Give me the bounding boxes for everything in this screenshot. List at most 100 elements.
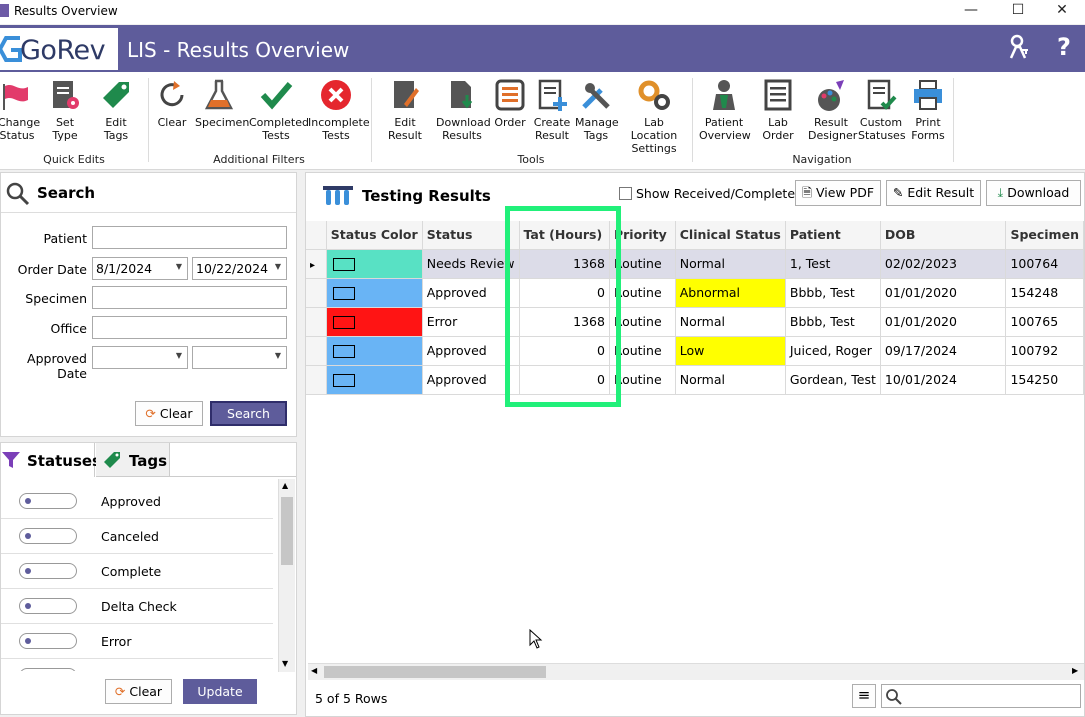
incomplete-tests-button[interactable]: Incomplete Tests <box>308 78 370 142</box>
dob-cell[interactable]: 09/17/2024 <box>880 336 1007 366</box>
status-cell[interactable]: Error <box>422 307 520 337</box>
clinical-status-cell[interactable]: Abnormal <box>675 278 786 308</box>
edit-result-button[interactable]: ✎ Edit Result <box>886 180 981 206</box>
tat-cell[interactable]: 1368 <box>519 249 610 279</box>
help-button[interactable]: ? <box>1057 33 1071 61</box>
edit-tags-button[interactable]: Edit Tags <box>92 78 140 142</box>
maximize-button[interactable]: ☐ <box>995 0 1041 22</box>
specimen-input[interactable] <box>92 286 287 309</box>
column-header[interactable]: Tat (Hours) <box>519 221 610 250</box>
status-cell[interactable]: Approved <box>422 278 520 308</box>
approved-date-to-picker[interactable]: ▼ <box>192 346 287 369</box>
column-header[interactable]: Priority <box>609 221 676 250</box>
table-row[interactable]: Approved 0 Routine Low Juiced, Roger 09/17/20… <box>306 336 1084 366</box>
tat-cell[interactable]: 0 <box>519 336 610 366</box>
lab-location-settings-button[interactable]: Lab Location Settings <box>621 78 687 155</box>
column-menu-button[interactable]: ≡ <box>852 684 876 708</box>
column-header[interactable]: Specimen <box>1005 221 1084 250</box>
patient-cell[interactable]: Gordean, Test <box>785 365 881 395</box>
completed-tests-button[interactable]: Completed Tests <box>249 78 309 142</box>
column-header[interactable]: DOB <box>880 221 1007 250</box>
status-filter-row[interactable] <box>1 659 273 671</box>
status-cell[interactable]: Needs Review <box>422 249 520 279</box>
status-filter-row[interactable]: Error <box>1 624 273 659</box>
priority-cell[interactable]: Routine <box>609 365 676 395</box>
create-result-button[interactable]: Create Result <box>531 78 573 142</box>
status-list-scrollbar[interactable]: ▲ ▼ <box>278 479 295 672</box>
approved-date-from-picker[interactable]: ▼ <box>92 346 188 369</box>
column-header[interactable]: Patient <box>785 221 881 250</box>
status-color-cell[interactable] <box>326 336 423 366</box>
order-date-from-picker[interactable]: 8/1/2024 ▼ <box>92 257 188 280</box>
status-color-cell[interactable] <box>326 307 423 337</box>
tat-cell[interactable]: 0 <box>519 278 610 308</box>
close-button[interactable]: ✕ <box>1039 0 1085 22</box>
status-cell[interactable]: Approved <box>422 365 520 395</box>
scroll-up-icon[interactable]: ▲ <box>282 481 288 490</box>
scroll-down-icon[interactable]: ▼ <box>282 659 288 668</box>
print-forms-button[interactable]: Print Forms <box>908 78 948 142</box>
status-color-cell[interactable] <box>326 278 423 308</box>
search-clear-button[interactable]: ⟳ Clear <box>135 401 203 426</box>
custom-statuses-button[interactable]: Custom Statuses <box>858 78 906 142</box>
manage-tags-button[interactable]: Manage Tags <box>575 78 619 142</box>
scroll-left-icon[interactable]: ◀ <box>311 666 317 675</box>
status-toggle[interactable] <box>19 598 77 614</box>
status-cell[interactable]: Approved <box>422 336 520 366</box>
tat-cell[interactable]: 0 <box>519 365 610 395</box>
row-indicator[interactable]: ▸ <box>306 249 327 279</box>
show-received-checkbox[interactable] <box>619 187 632 200</box>
specimen-cell[interactable]: 154248 <box>1005 278 1084 308</box>
download-button[interactable]: ⤓ Download <box>986 180 1081 206</box>
minimize-button[interactable]: — <box>948 0 994 22</box>
scroll-right-icon[interactable]: ▶ <box>1072 666 1078 675</box>
status-toggle[interactable] <box>19 668 77 671</box>
lab-order-button[interactable]: Lab Order <box>752 78 804 142</box>
tat-cell[interactable]: 1368 <box>519 307 610 337</box>
specimen-cell[interactable]: 154250 <box>1005 365 1084 395</box>
priority-cell[interactable]: Routine <box>609 336 676 366</box>
user-key-icon[interactable] <box>1008 34 1030 66</box>
dob-cell[interactable]: 01/01/2020 <box>880 307 1007 337</box>
clinical-status-cell[interactable]: Normal <box>675 307 786 337</box>
scrollbar-thumb[interactable] <box>281 497 293 565</box>
grid-search-input[interactable] <box>881 684 1081 708</box>
edit-result-ribbon-button[interactable]: Edit Result <box>377 78 433 142</box>
patient-overview-button[interactable]: Patient Overview <box>699 78 751 142</box>
order-date-to-picker[interactable]: 10/22/2024 ▼ <box>192 257 287 280</box>
download-results-button[interactable]: Download Results <box>436 78 491 142</box>
office-input[interactable] <box>92 316 287 339</box>
status-filter-row[interactable]: Delta Check <box>1 589 273 624</box>
column-header[interactable]: Status Color <box>326 221 423 250</box>
specimen-cell[interactable]: 100765 <box>1005 307 1084 337</box>
status-color-cell[interactable] <box>326 365 423 395</box>
patient-cell[interactable]: Bbbb, Test <box>785 307 881 337</box>
order-button[interactable]: Order <box>492 78 528 129</box>
clear-filters-button[interactable]: Clear <box>155 78 189 129</box>
clinical-status-cell[interactable]: Low <box>675 336 786 366</box>
clinical-status-cell[interactable]: Normal <box>675 249 786 279</box>
table-row[interactable]: ▸ Needs Review 1368 Routine Normal 1, Test 02/… <box>306 249 1084 279</box>
status-filter-row[interactable]: Approved <box>1 484 273 519</box>
scrollbar-thumb[interactable] <box>324 666 546 678</box>
status-filter-row[interactable]: Complete <box>1 554 273 589</box>
priority-cell[interactable]: Routine <box>609 249 676 279</box>
status-toggle[interactable] <box>19 493 77 509</box>
set-type-button[interactable]: Set Type <box>42 78 88 142</box>
priority-cell[interactable]: Routine <box>609 278 676 308</box>
specimen-cell[interactable]: 100792 <box>1005 336 1084 366</box>
row-indicator[interactable] <box>306 307 327 337</box>
status-toggle[interactable] <box>19 563 77 579</box>
clinical-status-cell[interactable]: Normal <box>675 365 786 395</box>
patient-cell[interactable]: Juiced, Roger <box>785 336 881 366</box>
result-designer-button[interactable]: Result Designer <box>808 78 857 142</box>
status-color-cell[interactable] <box>326 249 423 279</box>
status-filter-row[interactable]: Canceled <box>1 519 273 554</box>
table-row[interactable]: Approved 0 Routine Normal Gordean, Test 10/01… <box>306 365 1084 395</box>
row-indicator[interactable] <box>306 278 327 308</box>
results-horizontal-scrollbar[interactable]: ◀ ▶ <box>308 663 1084 680</box>
row-indicator[interactable] <box>306 365 327 395</box>
tab-tags[interactable]: Tags <box>96 443 170 477</box>
dob-cell[interactable]: 02/02/2023 <box>880 249 1007 279</box>
row-indicator[interactable] <box>306 336 327 366</box>
